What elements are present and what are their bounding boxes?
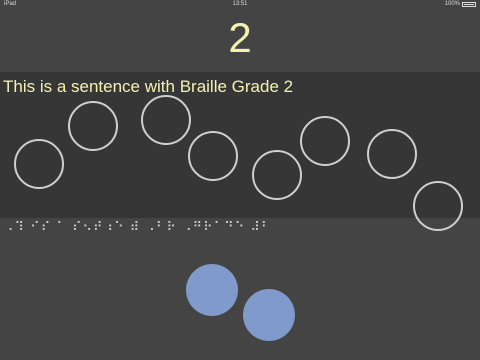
status-bar: iPad 13:51 100% xyxy=(0,0,480,10)
braille-cell-circle[interactable] xyxy=(367,129,417,179)
braille-cell-circle[interactable] xyxy=(300,116,350,166)
braille-cell-circle[interactable] xyxy=(252,150,302,200)
battery-percent: 100% xyxy=(444,1,460,7)
braille-cell-circle[interactable] xyxy=(68,101,118,151)
braille-dot-key[interactable] xyxy=(186,264,238,316)
braille-cell-circle[interactable] xyxy=(413,181,463,231)
braille-cell-circle[interactable] xyxy=(188,131,238,181)
battery-status: 100% xyxy=(445,1,476,7)
braille-cell-circle[interactable] xyxy=(141,95,191,145)
sentence-text: This is a sentence with Braille Grade 2 xyxy=(3,77,294,96)
status-time: 13:51 xyxy=(232,1,248,7)
battery-icon xyxy=(462,1,476,7)
braille-cell-circle[interactable] xyxy=(14,139,64,189)
braille-dot-key[interactable] xyxy=(243,289,295,341)
braille-transcription: ⠠⠹ ⠊⠎ ⠁ ⠎⠢⠞⠰⠑ ⠾ ⠠⠃⠗ ⠠⠛⠗⠁⠙⠑ ⠼⠃ xyxy=(4,220,272,235)
level-number: 2 xyxy=(228,14,252,61)
